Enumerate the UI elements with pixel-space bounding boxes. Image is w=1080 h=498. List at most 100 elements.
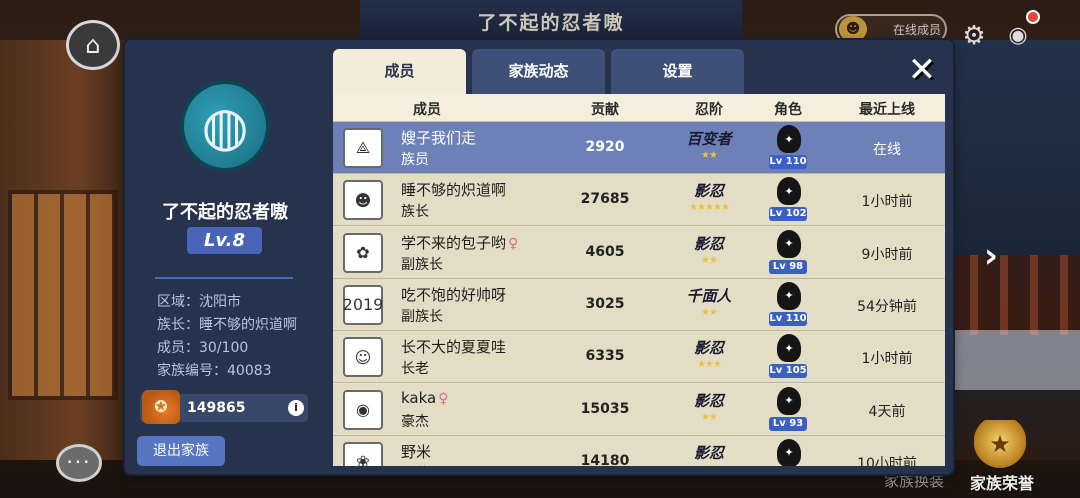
character-portrait[interactable]: ✦ [769, 438, 807, 466]
member-name-text: 睡不够的炽道啊 [401, 181, 507, 200]
exit-family-button[interactable]: 退出家族 [137, 436, 225, 466]
table-row[interactable]: ⟁ 嫂子我们走 族员 2920 百变者 ★★ ✦ Lv 110 在线 [333, 122, 945, 174]
info-divider [155, 277, 293, 279]
character-icon: ✦ [777, 281, 801, 310]
avatar-icon: ◉ [356, 400, 370, 419]
female-icon: ♀ [508, 235, 519, 252]
coin-bag-icon: ✪ [142, 390, 180, 424]
home-button[interactable]: ⌂ [66, 20, 120, 70]
table-row[interactable]: 2019 吃不饱的好帅呀 副族长 3025 千面人 ★★ ✦ Lv 110 54分钟前 [333, 278, 945, 331]
member-role: 族长 [401, 204, 429, 221]
rank-stars: ★★★ [697, 359, 722, 371]
member-avatar[interactable]: ☻ [343, 180, 383, 221]
tab-family-activity[interactable]: 家族动态 [472, 49, 605, 94]
character-portrait[interactable]: ✦ Lv 102 [769, 177, 807, 223]
avatar-icon: ☻ [354, 190, 372, 210]
member-last-online: 4天前 [868, 403, 906, 420]
info-icon[interactable]: i [288, 400, 304, 416]
member-table[interactable]: 成员 贡献 忍阶 角色 最近上线 ⟁ 嫂子我们走 族员 2920 百变者 ★★ ✦ Lv 11… [333, 94, 945, 466]
character-level: Lv 105 [769, 364, 807, 379]
chat-icon[interactable]: ··· [56, 444, 102, 482]
character-portrait[interactable]: ✦ Lv 105 [769, 334, 807, 380]
member-contribution: 27685 [580, 191, 630, 208]
member-avatar[interactable]: ✿ [343, 232, 383, 273]
character-level: Lv 110 [769, 155, 807, 169]
table-row[interactable]: ☺ 长不大的夏夏哇 长老 6335 影忍 ★★★ ✦ Lv 105 1小时前 [333, 331, 945, 384]
rank-badge-icon: 影忍 ★★★ [677, 337, 741, 377]
online-avatar-icon: ☻ [839, 16, 867, 42]
rank-stars: ★★ [677, 464, 741, 466]
character-level: Lv 98 [769, 259, 807, 274]
table-row[interactable]: ◉ kaka ♀ 豪杰 15035 影忍 ★★ ✦ Lv 93 4天前 [333, 383, 945, 436]
member-contribution: 2920 [585, 139, 625, 155]
home-icon: ⌂ [85, 31, 101, 59]
member-role: 长老 [401, 361, 429, 378]
character-level: Lv 93 [769, 416, 807, 431]
rank-stars: ★★ [701, 411, 718, 423]
table-header: 成员 贡献 忍阶 角色 最近上线 [333, 94, 945, 122]
member-name: 学不来的包子哟 ♀ [401, 232, 518, 253]
notification-dot [1026, 10, 1040, 24]
tab-settings[interactable]: 设置 [611, 49, 744, 94]
member-contribution: 3025 [585, 295, 625, 312]
member-name: 长不大的夏夏哇 [401, 336, 506, 357]
member-name: 吃不饱的好帅呀 [401, 284, 506, 305]
character-level: Lv 110 [769, 311, 807, 326]
character-portrait[interactable]: ✦ Lv 93 [769, 386, 807, 433]
character-icon: ✦ [777, 386, 801, 415]
header-rank: 忍阶 [695, 102, 723, 118]
rank-stars: ★★ [701, 306, 718, 318]
member-contribution: 6335 [585, 348, 625, 365]
female-icon: ♀ [438, 390, 449, 407]
family-funds-value: 149865 [187, 400, 246, 416]
character-portrait[interactable]: ✦ Lv 98 [769, 229, 807, 276]
rank-badge-icon: 影忍★★ [677, 233, 741, 273]
family-region: 区域：沈阳市 [157, 294, 241, 310]
rank-label: 影忍 [693, 443, 724, 462]
avatar-icon: 2019 [342, 295, 384, 315]
character-icon: ✦ [777, 438, 801, 466]
rank-badge-icon: 千面人 ★★ [677, 285, 741, 325]
member-avatar[interactable]: ◉ [343, 389, 383, 430]
rank-label: 影忍 [693, 339, 724, 358]
background-snow [940, 330, 1080, 390]
member-contribution: 14180 [580, 452, 630, 466]
member-name: 野米 [401, 441, 431, 462]
rank-label: 影忍 [693, 182, 724, 201]
table-row[interactable]: ☻ 睡不够的炽道啊 族长 27685 影忍 ★★★★★ ✦ Lv 102 1小时前 [333, 174, 945, 227]
avatar-icon: ⟁ [355, 138, 371, 157]
table-row[interactable]: ✿ 学不来的包子哟 ♀ 副族长 4605 影忍 ★★ ✦ Lv 98 9小时前 [333, 226, 945, 279]
member-avatar[interactable]: ☺ [343, 337, 383, 378]
family-name: 了不起的忍者嗷 [162, 202, 288, 223]
family-leader: 族长：睡不够的炽道啊 [157, 317, 297, 333]
member-role: 族员 [401, 152, 429, 168]
tab-members[interactable]: 成员 [333, 49, 466, 94]
family-emblem-icon: ◍ [180, 80, 270, 172]
character-icon: ✦ [777, 125, 801, 153]
top-title: 了不起的忍者嗷 [477, 12, 625, 34]
member-contribution: 4605 [585, 243, 625, 260]
family-member-count: 成员：30/100 [157, 340, 249, 356]
member-avatar[interactable]: ❀ [343, 441, 383, 466]
table-row[interactable]: ❀ 野米精英 14180 影忍 ★★ ✦ 10小时前 [333, 435, 945, 466]
character-icon: ✦ [777, 229, 801, 258]
rank-label: 千面人 [686, 286, 732, 305]
close-icon[interactable]: ✕ [900, 50, 944, 90]
family-honor-label[interactable]: 家族荣誉 [970, 470, 1034, 494]
rank-label: 影忍 [693, 234, 724, 253]
trophy-icon[interactable]: ★ [974, 420, 1026, 468]
character-portrait[interactable]: ✦ Lv 110 [769, 125, 807, 171]
rank-badge-icon: 百变者 ★★ [677, 128, 741, 168]
rank-label: 百变者 [686, 130, 732, 148]
rank-stars: ★★ [701, 254, 718, 266]
character-portrait[interactable]: ✦ Lv 110 [769, 281, 807, 328]
header-contribution: 贡献 [591, 102, 619, 118]
member-avatar[interactable]: ⟁ [343, 128, 383, 168]
member-name-text: kaka [401, 388, 437, 407]
avatar-icon: ✿ [356, 243, 370, 263]
rank-label: 影忍 [693, 391, 724, 410]
member-avatar[interactable]: 2019 [342, 284, 384, 325]
chevron-right-icon[interactable]: › [976, 236, 1006, 276]
game-screen: 了不起的忍者嗷 ⌂ ☻ 在线成员 ⚙ ◉ ··· › 家族换装 ★ 家族荣誉 ◍… [0, 0, 1080, 498]
gear-icon[interactable]: ⚙ [958, 20, 990, 52]
